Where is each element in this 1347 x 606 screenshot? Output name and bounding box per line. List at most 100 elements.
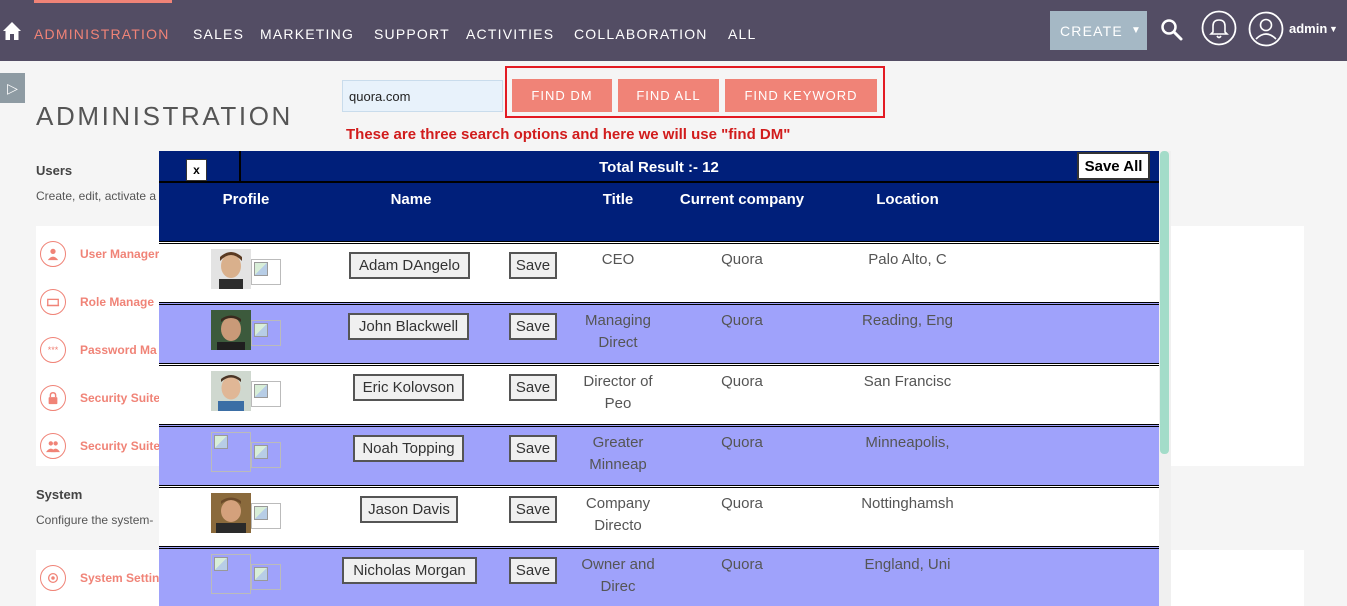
user-avatar-icon[interactable] [1248, 11, 1284, 47]
title-cell: Managing Direct [585, 312, 651, 351]
lock-icon [40, 385, 66, 411]
users-section-heading: Users [36, 163, 73, 178]
nav-active-indicator [34, 0, 172, 3]
security-suite-link[interactable]: Security Suite [80, 391, 160, 405]
home-icon[interactable] [2, 20, 22, 42]
header-divider-line [159, 181, 1159, 183]
role-icon [40, 289, 66, 315]
nav-support[interactable]: SUPPORT [374, 26, 450, 42]
user-management-link[interactable]: User Manager [80, 247, 159, 261]
profile-photo-placeholder [211, 554, 251, 594]
play-triangle-icon: ▷ [7, 79, 18, 96]
title-cell: Director of Peo [583, 373, 653, 412]
table-row: Nicholas Morgan Save Owner and Direc Quo… [159, 546, 1159, 606]
save-button[interactable]: Save [509, 313, 557, 340]
name-button[interactable]: Eric Kolovson [353, 374, 464, 401]
nav-activities[interactable]: ACTIVITIES [466, 26, 554, 42]
name-button[interactable]: Noah Topping [353, 435, 464, 462]
name-button[interactable]: Nicholas Morgan [342, 557, 477, 584]
profile-photo [211, 310, 251, 350]
create-button[interactable]: CREATE ▼ [1050, 11, 1147, 50]
linkedin-link-image[interactable] [251, 259, 281, 285]
save-button[interactable]: Save [509, 557, 557, 584]
column-header-location: Location [876, 191, 939, 208]
annotation-note: These are three search options and here … [346, 126, 791, 143]
nav-marketing[interactable]: MARKETING [260, 26, 354, 42]
domain-search-input[interactable] [342, 80, 503, 112]
role-management-link[interactable]: Role Manage [80, 295, 154, 309]
location-cell: San Francisc [863, 373, 952, 390]
linkedin-link-image[interactable] [251, 381, 281, 407]
profile-photo [211, 493, 251, 533]
system-section-description: Configure the system- [36, 513, 154, 527]
save-button[interactable]: Save [509, 252, 557, 279]
search-icon[interactable] [1160, 18, 1184, 42]
column-header-profile: Profile [222, 191, 270, 208]
security-suite-groups-link[interactable]: Security Suite [80, 439, 160, 453]
results-modal: x Total Result :- 12 Save All Profile Na… [159, 151, 1159, 606]
company-cell: Quora [721, 312, 763, 329]
column-header-title: Title [602, 191, 634, 208]
total-result-label: Total Result :- 12 [599, 159, 719, 176]
password-icon: *** [40, 337, 66, 363]
title-cell: CEO [601, 251, 635, 268]
title-cell: Owner and Direc [581, 556, 655, 595]
linkedin-link-image[interactable] [251, 564, 281, 590]
nav-administration[interactable]: ADMINISTRATION [34, 26, 170, 42]
find-all-button[interactable]: FIND ALL [618, 79, 719, 112]
company-cell: Quora [721, 495, 763, 512]
location-cell: Minneapolis, [865, 434, 950, 451]
table-row: John Blackwell Save Managing Direct Quor… [159, 302, 1159, 363]
nav-all[interactable]: ALL [728, 26, 757, 42]
name-button[interactable]: Adam DAngelo [349, 252, 470, 279]
create-label: CREATE [1060, 22, 1123, 39]
settings-gear-icon [40, 565, 66, 591]
column-header-name: Name [390, 191, 432, 208]
nav-sales[interactable]: SALES [193, 26, 244, 42]
user-icon [40, 241, 66, 267]
location-cell: Palo Alto, C [868, 251, 947, 268]
find-dm-button[interactable]: FIND DM [512, 79, 612, 112]
page-title: ADMINISTRATION [36, 101, 293, 131]
results-header: x Total Result :- 12 Save All Profile Na… [159, 151, 1159, 241]
group-icon [40, 433, 66, 459]
profile-photo-placeholder [211, 432, 251, 472]
profile-photo [211, 249, 251, 289]
linkedin-link-image[interactable] [251, 503, 281, 529]
users-section-description: Create, edit, activate a [36, 189, 157, 203]
company-cell: Quora [721, 434, 763, 451]
profile-photo [211, 371, 251, 411]
location-cell: Nottinghamsh [861, 495, 954, 512]
linkedin-link-image[interactable] [251, 442, 281, 468]
column-header-company: Current company [679, 191, 805, 208]
table-row: Jason Davis Save Company Directo Quora N… [159, 485, 1159, 546]
save-button[interactable]: Save [509, 496, 557, 523]
save-button[interactable]: Save [509, 435, 557, 462]
save-all-button[interactable]: Save All [1077, 152, 1150, 180]
chevron-down-icon[interactable]: ▼ [1329, 24, 1338, 34]
name-button[interactable]: John Blackwell [348, 313, 469, 340]
location-cell: Reading, Eng [862, 312, 953, 329]
save-button[interactable]: Save [509, 374, 557, 401]
table-row: Eric Kolovson Save Director of Peo Quora… [159, 363, 1159, 424]
company-cell: Quora [721, 373, 763, 390]
password-management-link[interactable]: Password Ma [80, 343, 157, 357]
company-cell: Quora [721, 556, 763, 573]
user-menu-label[interactable]: admin [1289, 21, 1327, 36]
location-cell: England, Uni [864, 556, 951, 573]
results-scrollbar-thumb[interactable] [1160, 151, 1169, 454]
chevron-down-icon: ▼ [1130, 25, 1143, 36]
table-row: Noah Topping Save Greater Minneap Quora … [159, 424, 1159, 485]
title-cell: Company Directo [585, 495, 651, 534]
notification-bell-icon[interactable] [1201, 10, 1237, 46]
sidebar-toggle-button[interactable]: ▷ [0, 73, 25, 103]
top-navbar: ADMINISTRATION SALES MARKETING SUPPORT A… [0, 0, 1347, 61]
system-section-heading: System [36, 487, 83, 502]
linkedin-link-image[interactable] [251, 320, 281, 346]
name-button[interactable]: Jason Davis [360, 496, 458, 523]
find-keyword-button[interactable]: FIND KEYWORD [725, 79, 877, 112]
system-settings-link[interactable]: System Settin [80, 571, 159, 585]
company-cell: Quora [721, 251, 763, 268]
nav-collaboration[interactable]: COLLABORATION [574, 26, 708, 42]
table-row: Adam DAngelo Save CEO Quora Palo Alto, C [159, 241, 1159, 302]
